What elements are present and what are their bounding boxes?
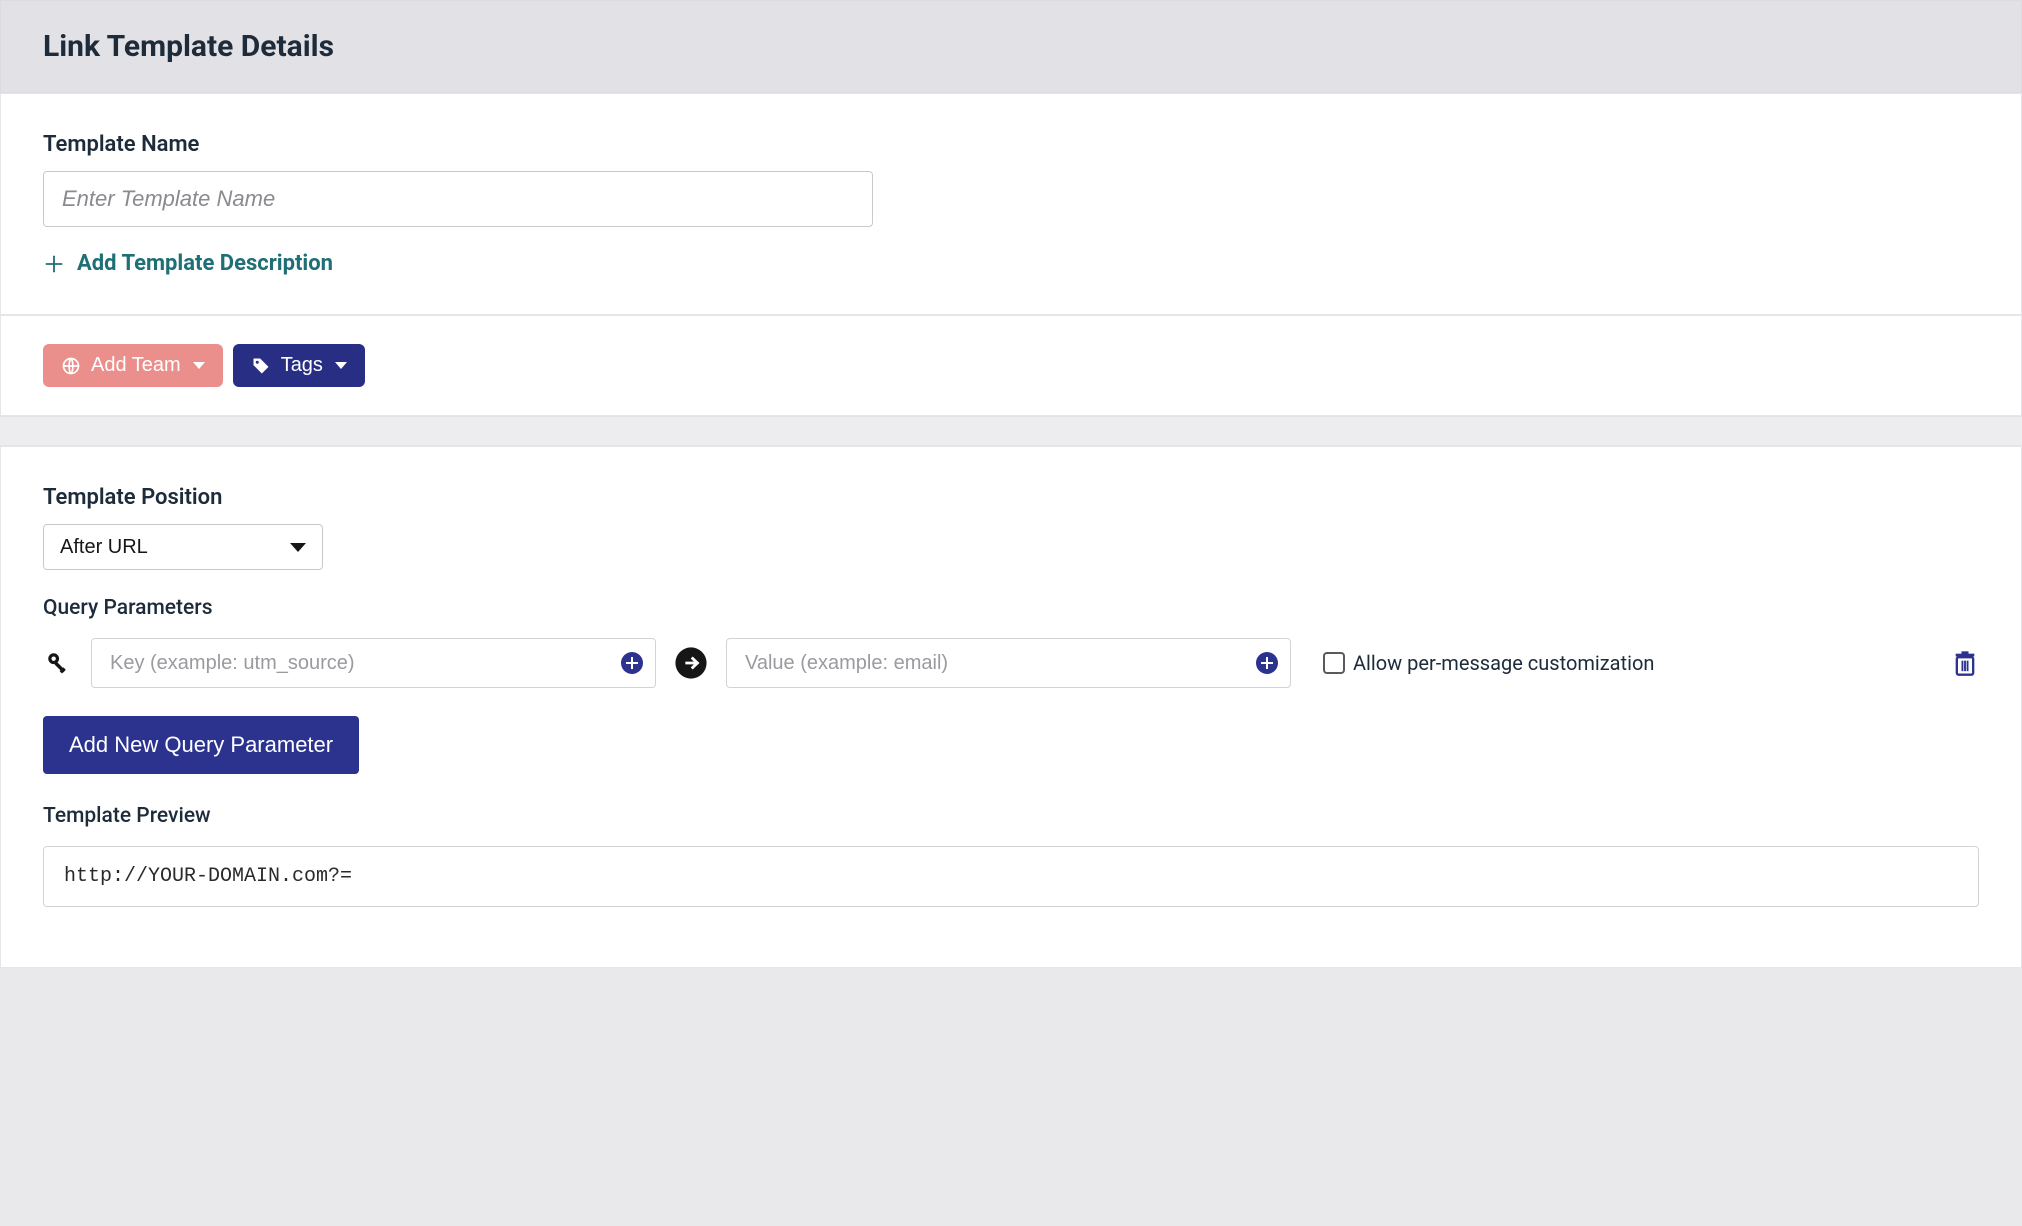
add-key-variable-button[interactable] bbox=[620, 651, 644, 675]
template-preview-output: http://YOUR-DOMAIN.com?= bbox=[43, 846, 1979, 907]
query-parameters-label: Query Parameters bbox=[43, 596, 1979, 620]
query-value-input[interactable] bbox=[726, 638, 1291, 688]
page-header: Link Template Details bbox=[0, 0, 2022, 93]
add-template-description-button[interactable]: Add Template Description bbox=[43, 251, 1979, 276]
tags-button[interactable]: Tags bbox=[233, 344, 365, 387]
template-position-select[interactable]: After URL bbox=[43, 524, 323, 570]
globe-icon bbox=[61, 356, 81, 376]
section-divider bbox=[0, 416, 2022, 446]
template-name-input[interactable] bbox=[43, 171, 873, 227]
add-value-variable-button[interactable] bbox=[1255, 651, 1279, 675]
page-title: Link Template Details bbox=[43, 29, 1979, 64]
chevron-down-icon bbox=[335, 362, 347, 369]
team-tags-section: Add Team Tags bbox=[0, 315, 2022, 416]
chevron-down-icon bbox=[290, 543, 306, 552]
template-name-section: Template Name Add Template Description bbox=[0, 93, 2022, 315]
template-position-label: Template Position bbox=[43, 485, 1979, 510]
query-parameter-row: Allow per-message customization bbox=[43, 638, 1979, 688]
tag-icon bbox=[251, 356, 271, 376]
template-preview-label: Template Preview bbox=[43, 804, 1979, 828]
allow-customization-checkbox[interactable] bbox=[1323, 652, 1345, 674]
query-key-input[interactable] bbox=[91, 638, 656, 688]
plus-icon bbox=[43, 253, 65, 275]
tags-label: Tags bbox=[281, 354, 323, 377]
template-name-label: Template Name bbox=[43, 132, 1979, 157]
add-query-parameter-label: Add New Query Parameter bbox=[69, 732, 333, 757]
delete-parameter-button[interactable] bbox=[1951, 649, 1979, 677]
key-icon bbox=[43, 650, 73, 676]
template-config-section: Template Position After URL Query Parame… bbox=[0, 446, 2022, 968]
allow-customization-label: Allow per-message customization bbox=[1353, 651, 1654, 675]
add-team-label: Add Team bbox=[91, 354, 181, 377]
chevron-down-icon bbox=[193, 362, 205, 369]
arrow-right-icon bbox=[674, 646, 708, 680]
add-team-button[interactable]: Add Team bbox=[43, 344, 223, 387]
add-query-parameter-button[interactable]: Add New Query Parameter bbox=[43, 716, 359, 774]
add-template-description-label: Add Template Description bbox=[77, 251, 333, 276]
template-position-value: After URL bbox=[60, 536, 148, 559]
allow-customization-row[interactable]: Allow per-message customization bbox=[1323, 651, 1654, 675]
